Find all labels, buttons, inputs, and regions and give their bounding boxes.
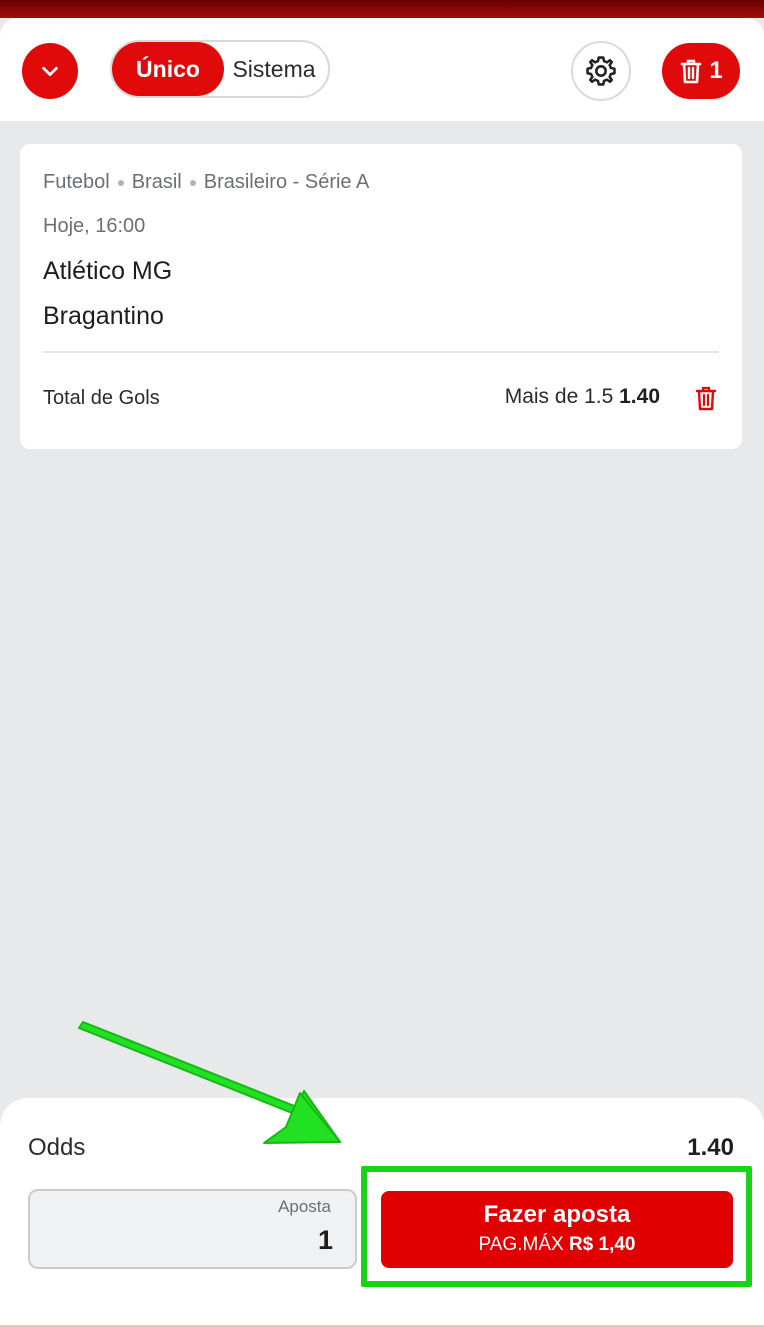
event-breadcrumb: Futebol Brasil Brasileiro - Série A bbox=[43, 171, 369, 194]
bet-footer: Odds 1.40 Aposta Fazer aposta PAG.MÁX R$… bbox=[0, 1098, 764, 1328]
bet-slip-content: Futebol Brasil Brasileiro - Série A Hoje… bbox=[0, 121, 764, 1101]
mode-single-tab[interactable]: Único bbox=[112, 42, 224, 96]
remove-selection-button[interactable] bbox=[691, 383, 721, 413]
odds-label: Odds bbox=[28, 1134, 86, 1161]
separator-dot bbox=[117, 179, 124, 186]
stake-input[interactable] bbox=[133, 1225, 333, 1256]
gear-icon bbox=[586, 56, 616, 86]
bet-selection-card: Futebol Brasil Brasileiro - Série A Hoje… bbox=[20, 144, 742, 449]
selection-info: Mais de 1.5 1.40 bbox=[505, 385, 660, 409]
max-payout-value: R$ 1,40 bbox=[568, 1234, 636, 1255]
chevron-down-icon bbox=[42, 66, 58, 77]
bet-slip-header: Único Sistema 1 bbox=[0, 18, 764, 121]
bet-mode-toggle: Único Sistema bbox=[110, 40, 330, 98]
market-label: Total de Gols bbox=[43, 387, 160, 409]
collapse-button[interactable] bbox=[22, 43, 78, 99]
country-label: Brasil bbox=[131, 171, 182, 193]
selection-label: Mais de 1.5 bbox=[504, 385, 614, 408]
selection-odd: 1.40 bbox=[619, 385, 660, 408]
odds-value: 1.40 bbox=[687, 1134, 734, 1161]
league-label: Brasileiro - Série A bbox=[203, 171, 370, 193]
away-team: Bragantino bbox=[43, 302, 164, 330]
place-bet-button[interactable]: Fazer aposta PAG.MÁX R$ 1,40 bbox=[381, 1191, 733, 1268]
home-team: Atlético MG bbox=[43, 257, 173, 285]
settings-button[interactable] bbox=[571, 41, 631, 101]
max-payout: PAG.MÁX R$ 1,40 bbox=[381, 1234, 733, 1256]
place-bet-label: Fazer aposta bbox=[483, 1201, 631, 1228]
bet-slip-screen: Único Sistema 1 Futebol Brasil Brasileir… bbox=[0, 0, 764, 1328]
trash-icon bbox=[681, 59, 702, 84]
trash-icon bbox=[695, 386, 717, 411]
max-payout-prefix: PAG.MÁX bbox=[478, 1234, 564, 1255]
sport-label: Futebol bbox=[43, 171, 110, 193]
separator-dot bbox=[189, 179, 196, 186]
mode-system-tab[interactable]: Sistema bbox=[224, 42, 324, 96]
bet-count-badge: 1 bbox=[709, 57, 723, 84]
clear-bets-button[interactable]: 1 bbox=[662, 43, 740, 99]
stake-label: Aposta bbox=[278, 1197, 331, 1216]
card-divider bbox=[43, 351, 719, 353]
event-time: Hoje, 16:00 bbox=[43, 215, 146, 237]
stake-field[interactable]: Aposta bbox=[28, 1189, 357, 1269]
